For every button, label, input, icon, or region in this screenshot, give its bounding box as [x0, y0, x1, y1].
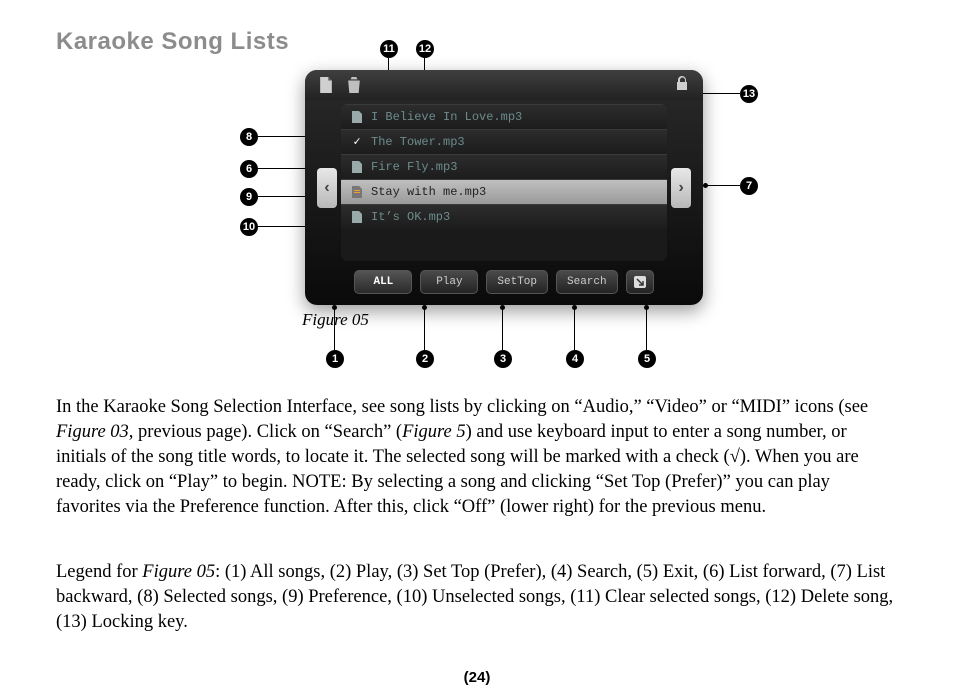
callout-13: 13: [740, 85, 758, 103]
exit-button[interactable]: [626, 270, 654, 294]
list-item-selected[interactable]: Stay with me.mp3: [341, 179, 667, 204]
song-label: I Believe In Love.mp3: [371, 110, 522, 124]
play-button[interactable]: Play: [420, 270, 478, 294]
callout-dot: [572, 305, 577, 310]
callout-10: 10: [240, 218, 258, 236]
song-label: The Tower.mp3: [371, 135, 465, 149]
callout-leader: [646, 308, 647, 350]
check-icon: ✓: [351, 135, 363, 149]
callout-dot: [644, 305, 649, 310]
doc-icon: [351, 210, 363, 224]
doc-icon: [351, 160, 363, 174]
callout-leader: [574, 308, 575, 350]
figure-caption: Figure 05: [302, 310, 369, 330]
lock-icon[interactable]: [676, 76, 689, 95]
callout-2: 2: [416, 350, 434, 368]
list-item[interactable]: ✓ The Tower.mp3: [341, 129, 667, 154]
song-label: Stay with me.mp3: [371, 185, 486, 199]
callout-leader: [424, 308, 425, 350]
karaoke-interface: ‹ › I Believe In Love.mp3 ✓ The Tower.mp…: [305, 70, 703, 305]
page-title: Karaoke Song Lists: [56, 28, 289, 56]
callout-4: 4: [566, 350, 584, 368]
callout-1: 1: [326, 350, 344, 368]
search-button[interactable]: Search: [556, 270, 618, 294]
body-paragraph-2: Legend for Figure 05: (1) All songs, (2)…: [56, 560, 898, 635]
all-button[interactable]: ALL: [354, 270, 412, 294]
callout-leader: [502, 308, 503, 350]
callout-7: 7: [740, 177, 758, 195]
list-item[interactable]: Fire Fly.mp3: [341, 154, 667, 179]
callout-3: 3: [494, 350, 512, 368]
song-list: I Believe In Love.mp3 ✓ The Tower.mp3 Fi…: [341, 104, 667, 261]
delete-icon[interactable]: [347, 77, 361, 93]
callout-12: 12: [416, 40, 434, 58]
callout-5: 5: [638, 350, 656, 368]
list-item[interactable]: I Believe In Love.mp3: [341, 104, 667, 129]
song-label: Fire Fly.mp3: [371, 160, 457, 174]
doc-icon: [351, 110, 363, 124]
list-item[interactable]: It’s OK.mp3: [341, 204, 667, 229]
body-paragraph-1: In the Karaoke Song Selection Interface,…: [56, 395, 898, 520]
callout-dot: [703, 183, 708, 188]
top-toolbar: [305, 70, 703, 100]
song-label: It’s OK.mp3: [371, 210, 450, 224]
list-backward-arrow[interactable]: ›: [671, 168, 691, 208]
callout-11: 11: [380, 40, 398, 58]
callout-8: 8: [240, 128, 258, 146]
callout-dot: [422, 305, 427, 310]
callout-9: 9: [240, 188, 258, 206]
list-forward-arrow[interactable]: ‹: [317, 168, 337, 208]
callout-6: 6: [240, 160, 258, 178]
callout-dot: [500, 305, 505, 310]
bottom-button-row: ALL Play SetTop Search: [305, 267, 703, 297]
callout-leader: [705, 185, 740, 186]
settop-button[interactable]: SetTop: [486, 270, 548, 294]
preference-icon: [351, 185, 363, 199]
clear-selected-icon[interactable]: [319, 77, 333, 93]
page-number: (24): [0, 669, 954, 686]
